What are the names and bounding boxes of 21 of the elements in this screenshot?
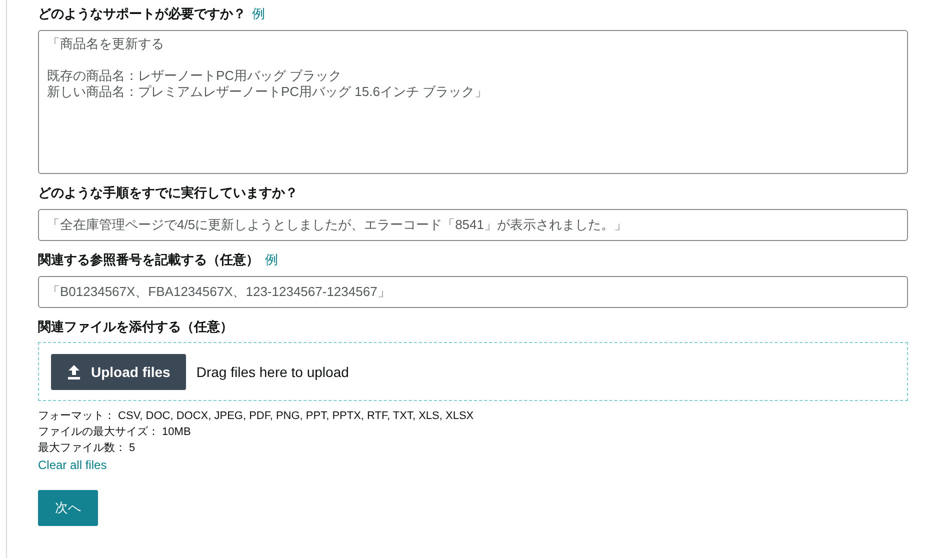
upload-icon: [67, 364, 81, 380]
next-button[interactable]: 次へ: [38, 490, 98, 526]
file-constraint: 最大ファイル数： 5: [38, 441, 136, 456]
file-constraint: フォーマット： CSV, DOC, DOCX, JPEG, PDF, PNG, PPT, PPTX, RTF, TXT, XLS, XLSX: [38, 409, 475, 424]
support-textarea[interactable]: 「商品名を更新する 既存の商品名：レザーノートPC用バッグ ブラック 新しい商品名：プレミアムレザーノートPC用バッグ 15.6インチ ブラック」: [38, 30, 908, 174]
example-link[interactable]: 例: [265, 251, 278, 269]
file-constraint: ファイルの最大サイズ： 10MB: [38, 425, 192, 440]
field-label: 関連ファイルを添付する（任意）: [38, 318, 233, 336]
field-label: どのようなサポートが必要ですか？: [38, 5, 246, 23]
example-link[interactable]: 例: [252, 5, 265, 23]
drop-hint: Drag files here to upload: [196, 364, 349, 380]
input-field[interactable]: 「全在庫管理ページで4/5に更新しようとしましたが、エラーコード「8541」が表示されました。」: [38, 209, 908, 241]
file-drop-zone[interactable]: Upload files Drag files here to upload: [38, 342, 908, 401]
textarea-line: 「商品名を更新する: [47, 36, 164, 52]
field-label: 関連する参照番号を記載する（任意）: [38, 251, 259, 269]
input-field[interactable]: 「B01234567X、FBA1234567X、123-1234567-1234567」: [38, 276, 908, 308]
textarea-line: 既存の商品名：レザーノートPC用バッグ ブラック: [47, 68, 342, 84]
clear-all-files-link[interactable]: Clear all files: [38, 458, 107, 472]
field-label: どのような手順をすでに実行していますか？: [38, 184, 298, 202]
upload-files-button[interactable]: Upload files: [51, 354, 186, 390]
textarea-line: 新しい商品名：プレミアムレザーノートPC用バッグ 15.6インチ ブラック」: [47, 84, 488, 100]
